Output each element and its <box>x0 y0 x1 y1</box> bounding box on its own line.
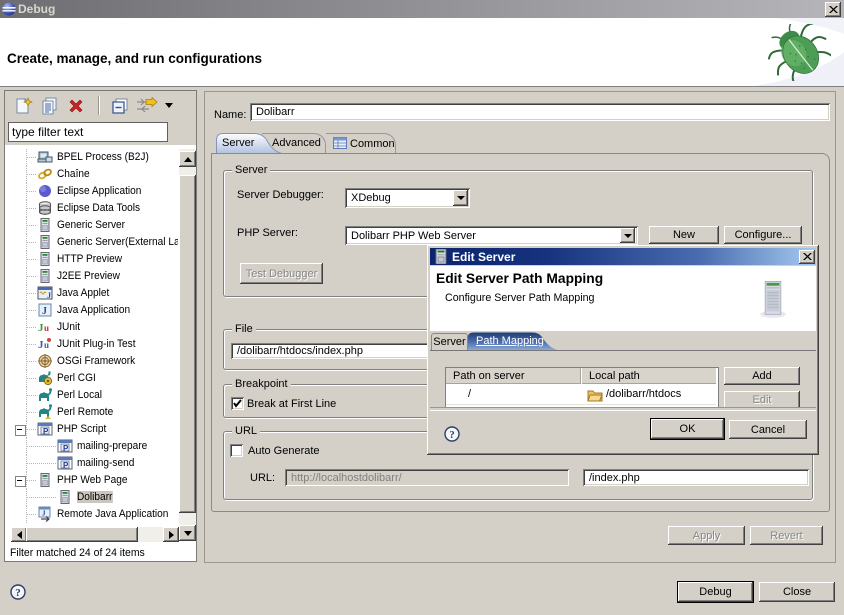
svg-text:P: P <box>43 427 49 436</box>
svg-text:?: ? <box>15 587 21 599</box>
svg-text:J: J <box>42 306 47 317</box>
svg-text:J: J <box>42 510 46 518</box>
svg-text:?: ? <box>449 429 455 441</box>
svg-text:P: P <box>63 461 69 470</box>
svg-text:u: u <box>44 323 49 333</box>
svg-text:J: J <box>47 291 51 300</box>
svg-text:P: P <box>63 444 69 453</box>
